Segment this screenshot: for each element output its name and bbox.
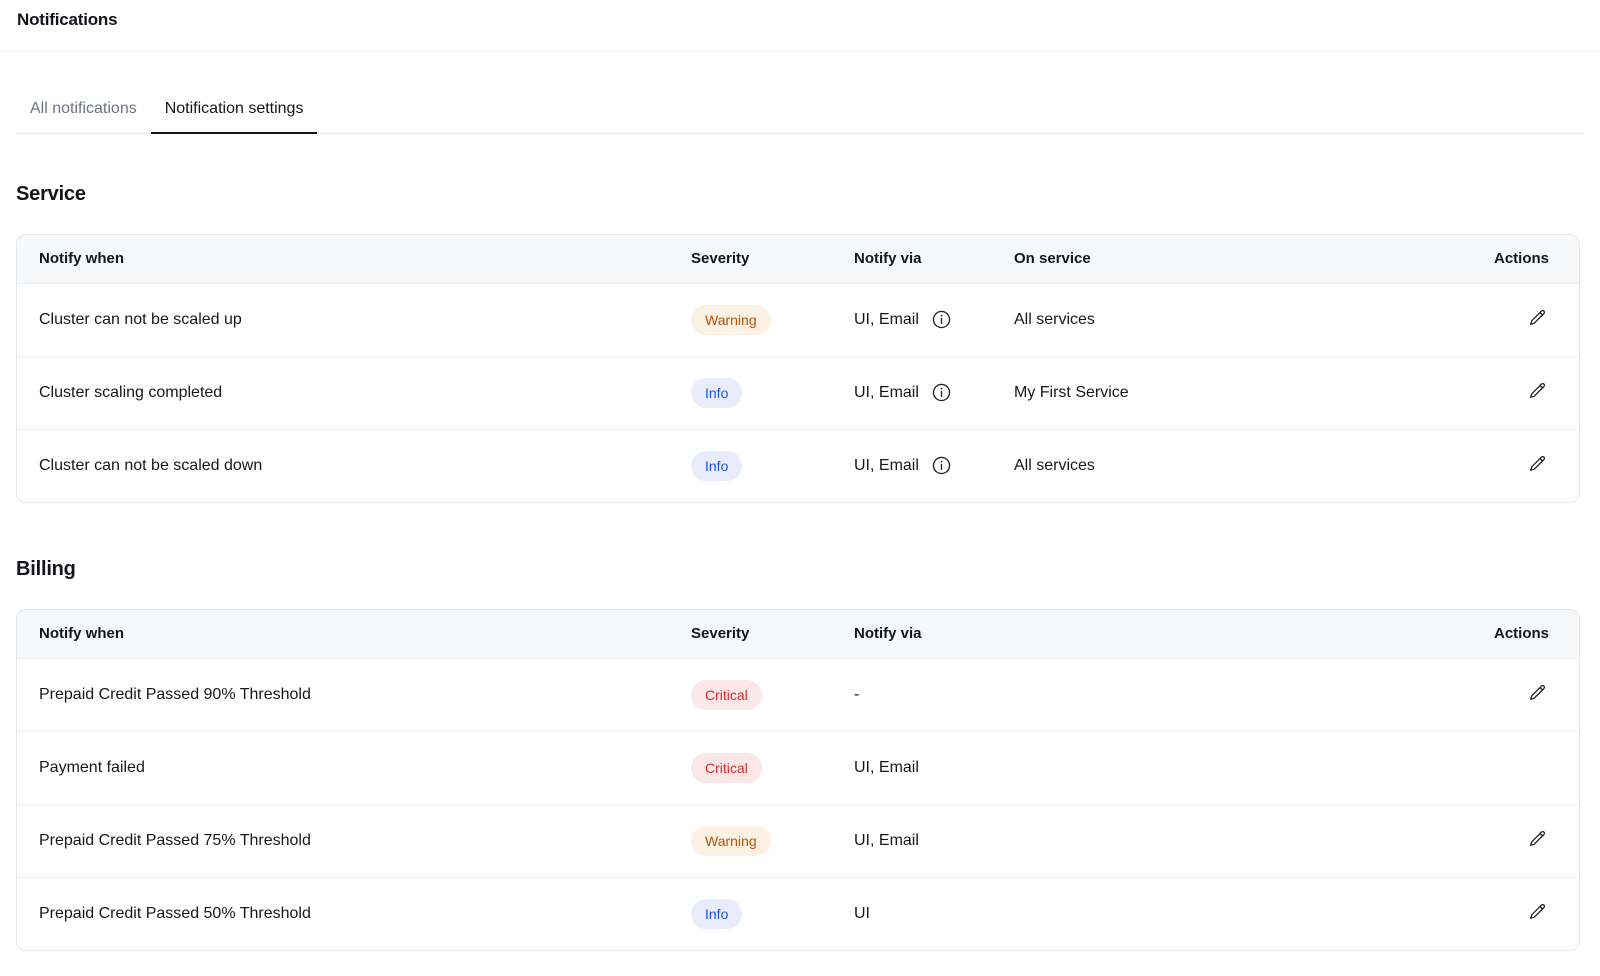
- on-service-cell: My First Service: [1014, 356, 1449, 429]
- tab-all-notifications[interactable]: All notifications: [16, 88, 151, 133]
- severity-cell: Info: [691, 356, 854, 429]
- column-header-notify-via: Notify via: [854, 610, 1449, 658]
- notify-when-cell: Cluster can not be scaled up: [17, 283, 691, 356]
- actions-cell: [1449, 283, 1579, 356]
- notify-via-value: UI, Email: [854, 457, 919, 475]
- tab-notification-settings[interactable]: Notification settings: [151, 88, 318, 133]
- notify-via-cell: UI: [854, 877, 1449, 950]
- severity-badge-warning: Warning: [691, 305, 771, 335]
- notify-when-cell: Prepaid Credit Passed 75% Threshold: [17, 804, 691, 877]
- section-heading-service: Service: [16, 180, 1600, 208]
- notify-via-cell: UI, Email: [854, 283, 1014, 356]
- notify-via-value: UI, Email: [854, 384, 919, 402]
- edit-button[interactable]: [1525, 452, 1549, 476]
- severity-badge-info: Info: [691, 899, 742, 929]
- edit-button[interactable]: [1525, 379, 1549, 403]
- table-row: Prepaid Credit Passed 90% ThresholdCriti…: [17, 658, 1579, 731]
- info-circle-icon[interactable]: [931, 455, 952, 476]
- notify-via-value: -: [854, 686, 859, 704]
- notify-when-cell: Cluster scaling completed: [17, 356, 691, 429]
- notify-via-value: UI, Email: [854, 759, 919, 777]
- notify-via-cell: UI, Email: [854, 356, 1014, 429]
- pencil-icon: [1527, 837, 1547, 852]
- notify-when-cell: Prepaid Credit Passed 50% Threshold: [17, 877, 691, 950]
- section-heading-billing: Billing: [16, 555, 1600, 583]
- severity-badge-critical: Critical: [691, 753, 762, 783]
- severity-cell: Warning: [691, 283, 854, 356]
- notification-table-service: Notify whenSeverityNotify viaOn serviceA…: [16, 234, 1580, 503]
- table-row: Cluster can not be scaled upWarning UI, E…: [17, 283, 1579, 356]
- actions-cell: [1449, 429, 1579, 502]
- severity-badge-info: Info: [691, 451, 742, 481]
- severity-cell: Info: [691, 877, 854, 950]
- actions-cell: [1449, 877, 1579, 950]
- edit-button[interactable]: [1525, 681, 1549, 705]
- column-header-actions: Actions: [1449, 235, 1579, 283]
- edit-button[interactable]: [1525, 900, 1549, 924]
- on-service-cell: All services: [1014, 283, 1449, 356]
- page-title: Notifications: [17, 10, 1600, 30]
- severity-cell: Info: [691, 429, 854, 502]
- actions-cell: [1449, 658, 1579, 731]
- page-header: Notifications: [0, 0, 1600, 52]
- column-header-on-service: On service: [1014, 235, 1449, 283]
- notification-table-billing: Notify whenSeverityNotify viaActionsPrep…: [16, 609, 1580, 951]
- edit-button[interactable]: [1525, 827, 1549, 851]
- notify-via-cell: -: [854, 658, 1449, 731]
- severity-cell: Critical: [691, 658, 854, 731]
- table-row: Prepaid Credit Passed 50% ThresholdInfo U…: [17, 877, 1579, 950]
- pencil-icon: [1527, 910, 1547, 925]
- column-header-severity: Severity: [691, 235, 854, 283]
- settings-sections: ServiceNotify whenSeverityNotify viaOn s…: [0, 180, 1600, 951]
- notify-via-value: UI, Email: [854, 832, 919, 850]
- info-circle-icon[interactable]: [931, 309, 952, 330]
- column-header-actions: Actions: [1449, 610, 1579, 658]
- column-header-notify-via: Notify via: [854, 235, 1014, 283]
- table-row: Cluster scaling completedInfo UI, Email My…: [17, 356, 1579, 429]
- pencil-icon: [1527, 389, 1547, 404]
- pencil-icon: [1527, 691, 1547, 706]
- notify-via-cell: UI, Email: [854, 731, 1449, 804]
- severity-badge-info: Info: [691, 378, 742, 408]
- tab-bar: All notifications Notification settings: [16, 88, 1584, 134]
- column-header-notify-when: Notify when: [17, 610, 691, 658]
- pencil-icon: [1527, 462, 1547, 477]
- actions-cell: [1449, 731, 1579, 804]
- notify-via-value: UI: [854, 905, 870, 923]
- severity-cell: Warning: [691, 804, 854, 877]
- pencil-icon: [1527, 316, 1547, 331]
- notify-when-cell: Cluster can not be scaled down: [17, 429, 691, 502]
- column-header-notify-when: Notify when: [17, 235, 691, 283]
- severity-cell: Critical: [691, 731, 854, 804]
- column-header-severity: Severity: [691, 610, 854, 658]
- notify-when-cell: Payment failed: [17, 731, 691, 804]
- notify-via-cell: UI, Email: [854, 804, 1449, 877]
- on-service-cell: All services: [1014, 429, 1449, 502]
- notify-when-cell: Prepaid Credit Passed 90% Threshold: [17, 658, 691, 731]
- notify-via-cell: UI, Email: [854, 429, 1014, 502]
- severity-badge-critical: Critical: [691, 680, 762, 710]
- actions-cell: [1449, 356, 1579, 429]
- table-row: Cluster can not be scaled downInfo UI, Em…: [17, 429, 1579, 502]
- table-row: Prepaid Credit Passed 75% ThresholdWarni…: [17, 804, 1579, 877]
- notify-via-value: UI, Email: [854, 311, 919, 329]
- severity-badge-warning: Warning: [691, 826, 771, 856]
- info-circle-icon[interactable]: [931, 382, 952, 403]
- table-row: Payment failedCritical UI, Email: [17, 731, 1579, 804]
- actions-cell: [1449, 804, 1579, 877]
- edit-button[interactable]: [1525, 306, 1549, 330]
